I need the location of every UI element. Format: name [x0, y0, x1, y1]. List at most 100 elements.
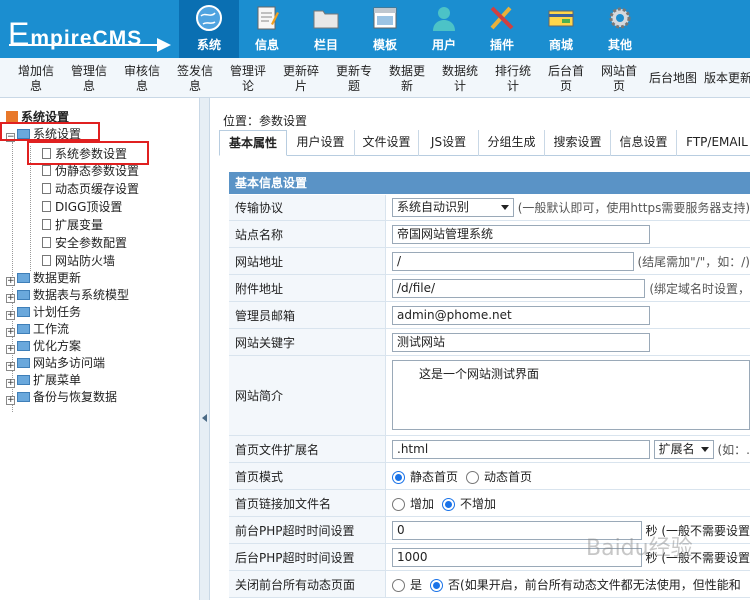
- expand-icon[interactable]: +: [6, 345, 15, 354]
- window-icon: [373, 7, 397, 29]
- email-field[interactable]: admin@phome.net: [392, 305, 650, 325]
- chevron-down-icon: [500, 205, 509, 210]
- subnav-admin-map[interactable]: 后台地图: [647, 71, 699, 86]
- nav-user[interactable]: 用户: [414, 0, 474, 58]
- tree-folder[interactable]: + 备份与恢复数据: [6, 389, 117, 405]
- sub-nav: 增加信息 管理信息 审核信息 签发信息 管理评论 更新碎片 更新专题 数据更新 …: [0, 58, 750, 98]
- subnav-data-stats[interactable]: 数据统计: [439, 64, 481, 94]
- row-fileurl: 附件地址 /d/file/(绑定域名时设置，: [229, 275, 750, 302]
- tab-search[interactable]: 搜索设置: [545, 130, 611, 156]
- expand-icon[interactable]: +: [6, 396, 15, 405]
- expand-icon[interactable]: +: [6, 311, 15, 320]
- add-filename-radio[interactable]: [392, 497, 405, 511]
- folder-icon: [17, 392, 30, 402]
- row-indexlink: 首页链接加文件名 增加 不增加: [229, 490, 750, 517]
- no-filename-radio[interactable]: [442, 497, 456, 511]
- tree-item-ext-vars[interactable]: 扩展变量: [42, 217, 103, 233]
- subnav-sign-info[interactable]: 签发信息: [174, 64, 216, 94]
- tab-file[interactable]: 文件设置: [355, 130, 419, 156]
- highlight-box: [0, 122, 100, 141]
- tree-folder[interactable]: + 计划任务: [6, 304, 81, 320]
- tree-item-rewrite[interactable]: 伪静态参数设置: [42, 163, 139, 179]
- protocol-select[interactable]: 系统自动识别: [392, 198, 514, 217]
- tree-folder[interactable]: + 工作流: [6, 321, 69, 337]
- form-header: 基本信息设置: [229, 172, 750, 194]
- subnav-comments[interactable]: 管理评论: [227, 64, 269, 94]
- chevron-down-icon: [700, 446, 709, 452]
- row-indexmode: 首页模式 静态首页 动态首页: [229, 463, 750, 490]
- tree-item-digg[interactable]: DIGG顶设置: [42, 199, 122, 215]
- main-panel: 位置：参数设置 基本属性 用户设置 文件设置 JS设置 分组生成 搜索设置 信息…: [211, 98, 750, 600]
- page-icon: [42, 237, 51, 248]
- collapse-arrow-icon[interactable]: [202, 414, 207, 422]
- globe-icon: [196, 5, 222, 31]
- top-bar: EmpireCMS 系统 信息 栏目 模板 用户 插件 商城 其他: [0, 0, 750, 58]
- folder-icon: [17, 290, 30, 300]
- tab-user[interactable]: 用户设置: [287, 130, 355, 156]
- ext-select[interactable]: 扩展名: [653, 439, 714, 459]
- gear-icon: [609, 7, 631, 29]
- folder-icon: [17, 324, 30, 334]
- nav-column[interactable]: 栏目: [296, 0, 356, 58]
- intro-textarea[interactable]: 这是一个网站测试界面: [392, 360, 750, 430]
- tab-basic[interactable]: 基本属性: [219, 130, 287, 156]
- siteurl-input[interactable]: /: [392, 251, 634, 271]
- nav-other[interactable]: 其他: [590, 0, 650, 58]
- expand-icon[interactable]: +: [6, 362, 15, 371]
- nav-plugin[interactable]: 插件: [472, 0, 532, 58]
- folder-icon: [17, 273, 30, 283]
- fileurl-input[interactable]: /d/file/: [392, 278, 646, 298]
- subnav-manage-info[interactable]: 管理信息: [68, 64, 110, 94]
- tree-item-firewall[interactable]: 网站防火墙: [42, 253, 115, 269]
- nav-template[interactable]: 模板: [355, 0, 415, 58]
- tab-ftp-email[interactable]: FTP/EMAIL: [677, 130, 750, 156]
- dynamic-index-radio[interactable]: [466, 470, 480, 484]
- folder-icon: [17, 341, 30, 351]
- subnav-fragments[interactable]: 更新碎片: [280, 64, 322, 94]
- sidebar-splitter[interactable]: [200, 98, 210, 600]
- nav-shop[interactable]: 商城: [531, 0, 591, 58]
- subnav-site-home[interactable]: 网站首页: [598, 64, 640, 94]
- tree-item-cache[interactable]: 动态页缓存设置: [42, 181, 139, 197]
- close-dynamic-no-radio[interactable]: [430, 578, 444, 592]
- indexext-input[interactable]: .html: [392, 439, 650, 459]
- logo[interactable]: EmpireCMS: [0, 0, 180, 58]
- keywords-input[interactable]: 测试网站: [392, 332, 650, 352]
- subnav-topics[interactable]: 更新专题: [333, 64, 375, 94]
- expand-icon[interactable]: +: [6, 277, 15, 286]
- subnav-rank-stats[interactable]: 排行统计: [492, 64, 534, 94]
- subnav-add-info[interactable]: 增加信息: [15, 64, 57, 94]
- close-dynamic-yes-radio[interactable]: [392, 578, 405, 592]
- tree-folder[interactable]: + 扩展菜单: [6, 372, 81, 388]
- expand-icon[interactable]: +: [6, 379, 15, 388]
- tree-folder[interactable]: + 优化方案: [6, 338, 81, 354]
- tree-folder[interactable]: + 数据表与系统模型: [6, 287, 129, 303]
- subnav-admin-home[interactable]: 后台首页: [545, 64, 587, 94]
- tab-bar: 基本属性 用户设置 文件设置 JS设置 分组生成 搜索设置 信息设置 FTP/E…: [219, 130, 750, 156]
- subnav-data-update[interactable]: 数据更新: [386, 64, 428, 94]
- page-icon: [42, 201, 51, 212]
- home-icon: [6, 111, 18, 122]
- tree-folder[interactable]: + 数据更新: [6, 270, 81, 286]
- sitename-input[interactable]: 帝国网站管理系统: [392, 224, 650, 244]
- nav-info[interactable]: 信息: [237, 0, 297, 58]
- tab-js[interactable]: JS设置: [419, 130, 479, 156]
- row-protocol: 传输协议 系统自动识别 (一般默认即可，使用https需要服务器支持): [229, 195, 750, 221]
- subnav-review-info[interactable]: 审核信息: [121, 64, 163, 94]
- tab-group-gen[interactable]: 分组生成: [479, 130, 545, 156]
- nav-system[interactable]: 系统: [179, 0, 239, 58]
- tree-item-security[interactable]: 安全参数配置: [42, 235, 127, 251]
- row-intro: 网站简介 这是一个网站测试界面: [229, 356, 750, 436]
- row-closedynamic: 关闭前台所有动态页面 是否 (如果开启，前台所有动态文件都无法使用，但性能和: [229, 571, 750, 598]
- breadcrumb-current[interactable]: 参数设置: [259, 114, 307, 128]
- tree-folder[interactable]: + 网站多访问端: [6, 355, 105, 371]
- expand-icon[interactable]: +: [6, 294, 15, 303]
- row-siteurl: 网站地址 / (结尾需加"/"，如：/): [229, 248, 750, 275]
- row-sitename: 站点名称 帝国网站管理系统: [229, 221, 750, 248]
- static-index-radio[interactable]: [392, 470, 405, 484]
- user-icon: [433, 7, 455, 31]
- page-icon: [42, 165, 51, 176]
- expand-icon[interactable]: +: [6, 328, 15, 337]
- tab-info[interactable]: 信息设置: [611, 130, 677, 156]
- subnav-version-update[interactable]: 版本更新: [702, 71, 750, 86]
